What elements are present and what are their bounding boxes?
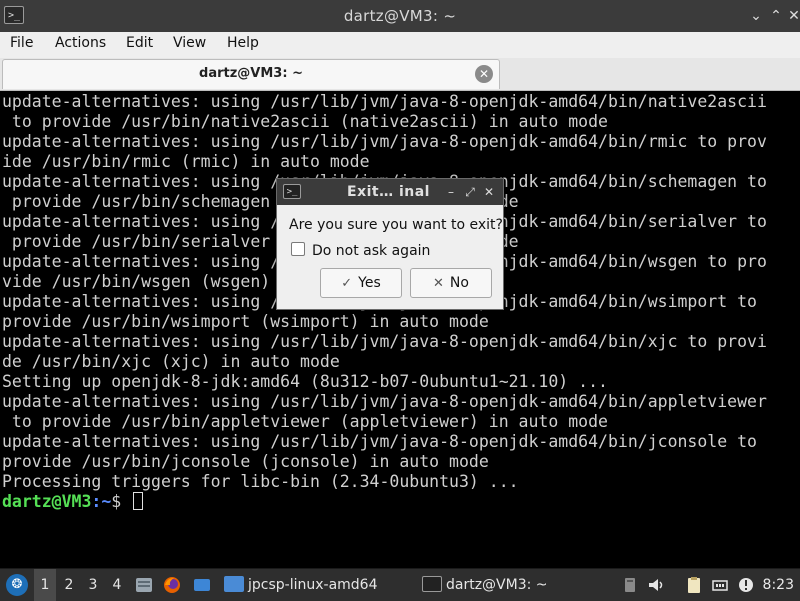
menu-help[interactable]: Help	[227, 32, 259, 58]
workspace-4[interactable]: 4	[106, 569, 128, 601]
terminal-line: update-alternatives: using /usr/lib/jvm/…	[2, 432, 757, 451]
terminal-icon	[422, 576, 442, 592]
taskbar: ❂ 1 2 3 4 jpcsp-linux-amd64 dartz@VM3: ~…	[0, 568, 800, 601]
terminal-line: to provide /usr/bin/native2ascii (native…	[2, 112, 608, 131]
start-menu-icon[interactable]: ❂	[6, 574, 28, 596]
task-terminal[interactable]: dartz@VM3: ~	[422, 569, 612, 601]
exit-dialog: >_ Exit… inal – ⤢ ✕ Are you sure you wan…	[276, 178, 504, 310]
terminal-line: provide /usr/bin/wsimport (wsimport) in …	[2, 312, 489, 331]
clock[interactable]: 8:23	[763, 569, 794, 601]
terminal-cursor	[133, 492, 144, 510]
firefox-icon[interactable]	[162, 575, 182, 595]
yes-button-label: Yes	[358, 275, 381, 291]
terminal-line: update-alternatives: using /usr/lib/jvm/…	[2, 392, 767, 411]
do-not-ask-checkbox[interactable]	[291, 242, 305, 256]
dialog-message: Are you sure you want to exit?	[289, 217, 503, 233]
desktop-icon[interactable]	[192, 575, 212, 595]
terminal-line: Processing triggers for libc-bin (2.34-0…	[2, 472, 519, 491]
prompt-path: :~	[91, 492, 112, 511]
terminal-line: de /usr/bin/xjc (xjc) in auto mode	[2, 352, 340, 371]
menu-actions[interactable]: Actions	[55, 32, 106, 58]
dialog-close-icon[interactable]: ✕	[481, 182, 497, 202]
volume-icon[interactable]	[646, 575, 666, 595]
dialog-minimize-icon[interactable]: –	[443, 182, 459, 202]
window-titlebar: >_ dartz@VM3: ~ ⌄ ⌃ ✕	[0, 0, 800, 32]
terminal-area[interactable]: update-alternatives: using /usr/lib/jvm/…	[0, 92, 800, 566]
cross-icon: ✕	[433, 276, 444, 291]
task-label: jpcsp-linux-amd64	[248, 577, 378, 593]
file-manager-icon[interactable]	[134, 575, 154, 595]
yes-button[interactable]: ✓ Yes	[320, 268, 402, 298]
close-icon[interactable]: ✕	[784, 6, 800, 26]
terminal-line: provide /usr/bin/jconsole (jconsole) in …	[2, 452, 489, 471]
workspace-3[interactable]: 3	[82, 569, 104, 601]
updates-icon[interactable]	[736, 575, 756, 595]
terminal-line: Setting up openjdk-8-jdk:amd64 (8u312-b0…	[2, 372, 608, 391]
no-button[interactable]: ✕ No	[410, 268, 492, 298]
dialog-title: Exit… inal	[347, 184, 430, 200]
dialog-titlebar: >_ Exit… inal – ⤢ ✕	[277, 179, 503, 205]
terminal-line: update-alternatives: using /usr/lib/jvm/…	[2, 132, 767, 151]
terminal-line: to provide /usr/bin/appletviewer (applet…	[2, 412, 608, 431]
menu-edit[interactable]: Edit	[126, 32, 153, 58]
menu-view[interactable]: View	[173, 32, 206, 58]
minimize-icon[interactable]: ⌄	[746, 6, 766, 26]
folder-icon	[224, 576, 244, 592]
network-icon[interactable]	[710, 575, 730, 595]
menu-bar: File Actions Edit View Help	[0, 32, 800, 59]
window-title: dartz@VM3: ~	[343, 7, 457, 25]
do-not-ask-label[interactable]: Do not ask again	[312, 243, 430, 259]
tab-label: dartz@VM3: ~	[199, 66, 303, 81]
trash-icon[interactable]	[620, 575, 640, 595]
task-label: dartz@VM3: ~	[446, 577, 548, 593]
prompt-symbol: $	[111, 492, 132, 511]
maximize-icon[interactable]: ⌃	[766, 6, 786, 26]
task-file-manager[interactable]: jpcsp-linux-amd64	[224, 569, 414, 601]
clipboard-icon[interactable]	[684, 575, 704, 595]
menu-file[interactable]: File	[10, 32, 33, 58]
tab-close-icon[interactable]: ✕	[475, 65, 493, 83]
dialog-maximize-icon[interactable]: ⤢	[462, 182, 478, 202]
workspace-2[interactable]: 2	[58, 569, 80, 601]
terminal-prompt-line: dartz@VM3:~$	[2, 492, 144, 512]
dialog-terminal-icon: >_	[283, 184, 301, 199]
terminal-line: update-alternatives: using /usr/lib/jvm/…	[2, 332, 767, 351]
checkmark-icon: ✓	[341, 276, 353, 291]
terminal-line: ide /usr/bin/rmic (rmic) in auto mode	[2, 152, 370, 171]
tab-terminal[interactable]: dartz@VM3: ~ ✕	[2, 59, 500, 89]
prompt-user: dartz@VM3	[2, 492, 92, 511]
tab-bar: dartz@VM3: ~ ✕	[0, 58, 800, 91]
no-button-label: No	[449, 275, 469, 291]
workspace-1[interactable]: 1	[34, 569, 56, 601]
terminal-line: update-alternatives: using /usr/lib/jvm/…	[2, 92, 767, 111]
